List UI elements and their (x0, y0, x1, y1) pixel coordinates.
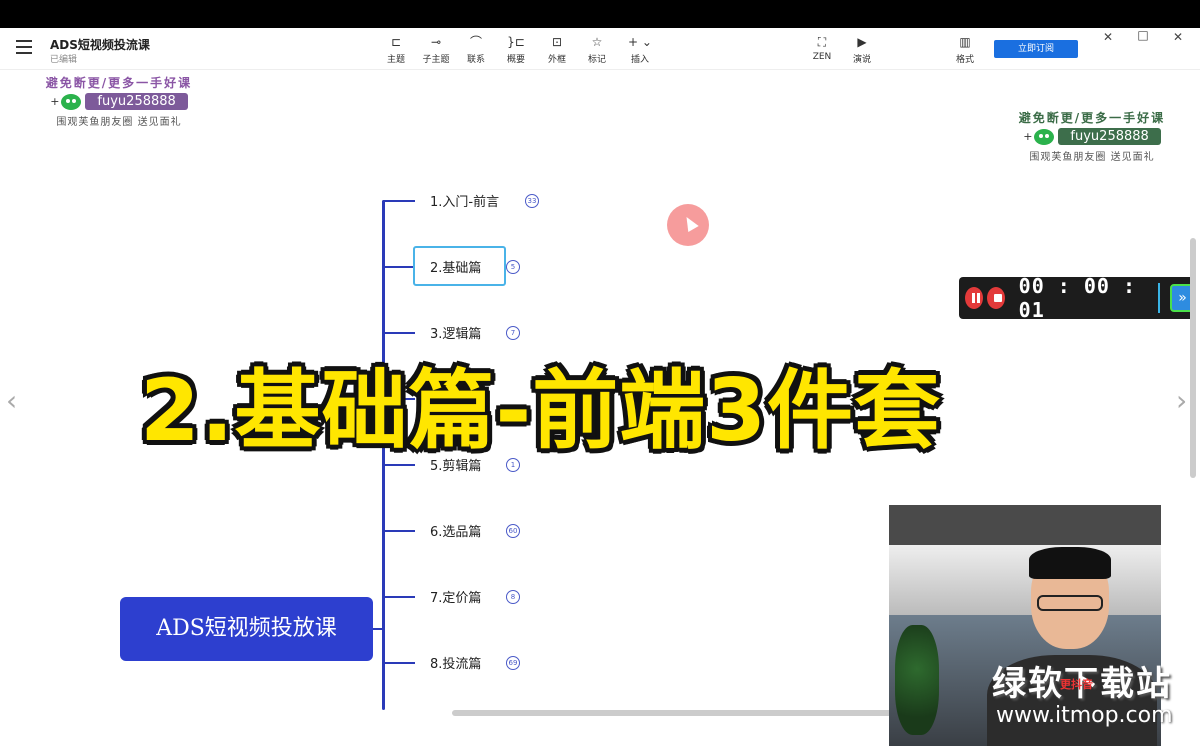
webcam-ceiling (889, 545, 1161, 615)
pitch-icon: ▶ (857, 35, 867, 49)
webcam-presenter-hair (1029, 547, 1111, 579)
node-count-badge[interactable]: 33 (525, 194, 539, 208)
mindmap-node[interactable]: 1.入门-前言 (430, 191, 499, 210)
toolbar: ADS短视频投流课 已编辑 ⊏ 主题 ⊸ 子主题 ⌒ 联系 }⊏ 概要 ⊡ 外框… (0, 28, 1200, 70)
vertical-scrollbar[interactable] (1190, 238, 1196, 478)
branch-connector (383, 200, 415, 202)
toolbar-format-label: 格式 (955, 55, 974, 65)
wechat-icon (1034, 128, 1055, 145)
format-icon: ▥ (959, 35, 971, 49)
branch-connector (383, 530, 415, 532)
maximize-icon[interactable]: □ (1133, 28, 1153, 42)
mindmap-node[interactable]: 7.定价篇 (430, 587, 481, 606)
toolbar-summary-label: 概要 (506, 55, 525, 65)
stop-icon[interactable] (986, 287, 1005, 309)
toolbar-insert-button[interactable]: + ⌄ 插入 (618, 34, 662, 65)
branch-connector (383, 596, 415, 598)
root-connector (373, 628, 385, 630)
toolbar-insert-label: 插入 (630, 55, 649, 65)
document-status: 已编辑 (50, 55, 78, 65)
toolbar-topic-button[interactable]: ⊏ 主题 (374, 34, 418, 65)
webcam-presenter-glasses (1037, 595, 1103, 611)
recording-timer: 00 : 00 : 01 (1018, 274, 1137, 322)
close-window-icon[interactable]: ✕ (1168, 30, 1188, 44)
node-count-badge[interactable]: 5 (506, 260, 520, 274)
promo-plus: + (1023, 130, 1033, 143)
node-count-badge[interactable]: 60 (506, 524, 520, 538)
toolbar-subtopic-label: 子主题 (422, 55, 450, 65)
branch-connector (383, 662, 415, 664)
promo-headline: 避免断更/更多一手好课 (1018, 111, 1166, 125)
mindmap-root-node[interactable]: ADS短视频投放课 (120, 597, 373, 661)
promo-subline: 围观芙鱼朋友圈 送见面礼 (56, 117, 182, 128)
promo-wechat-id: fuyu258888 (1058, 128, 1161, 145)
toolbar-topic-label: 主题 (386, 55, 405, 65)
toolbar-marker-button[interactable]: ☆ 标记 (575, 34, 619, 65)
toolbar-zen-label: ZEN (812, 52, 832, 62)
site-watermark-url: www.itmop.com (996, 703, 1173, 728)
toolbar-pitch-label: 演说 (852, 55, 871, 65)
node-count-badge[interactable]: 8 (506, 590, 520, 604)
promo-wechat-row: + fuyu258888 (1008, 128, 1176, 145)
relation-icon: ⌒ (469, 35, 482, 49)
subtopic-icon: ⊸ (430, 35, 442, 49)
hamburger-menu-icon[interactable] (16, 40, 32, 54)
close-icon[interactable]: ✕ (1098, 30, 1118, 44)
promo-watermark-left: 避免断更/更多一手好课 + fuyu258888 围观芙鱼朋友圈 送见面礼 (30, 74, 208, 128)
toolbar-boundary-label: 外框 (547, 55, 566, 65)
summary-icon: }⊏ (507, 35, 525, 49)
toolbar-subtopic-button[interactable]: ⊸ 子主题 (414, 34, 458, 65)
next-arrow-icon[interactable]: › (1176, 384, 1187, 417)
branch-connector (383, 266, 415, 268)
boundary-icon: ⊡ (551, 35, 563, 49)
toolbar-zen-button[interactable]: ⛶ ZEN (800, 34, 844, 62)
marker-icon: ☆ (591, 35, 603, 49)
toolbar-summary-button[interactable]: }⊏ 概要 (494, 34, 538, 65)
mindmap-node[interactable]: 8.投流篇 (430, 653, 481, 672)
toolbar-format-button[interactable]: ▥ 格式 (943, 34, 987, 65)
node-count-badge[interactable]: 7 (506, 326, 520, 340)
webcam-plant (895, 625, 939, 735)
promo-subline: 围观芙鱼朋友圈 送见面礼 (1029, 152, 1155, 163)
zen-icon: ⛶ (817, 35, 827, 49)
pause-icon[interactable] (965, 287, 983, 309)
node-count-badge[interactable]: 69 (506, 656, 520, 670)
promo-wechat-row: + fuyu258888 (30, 93, 208, 110)
toolbar-marker-label: 标记 (587, 55, 606, 65)
toolbar-pitch-button[interactable]: ▶ 演说 (840, 34, 884, 65)
wechat-icon (61, 93, 82, 110)
prev-arrow-icon[interactable]: ‹ (6, 384, 17, 417)
promo-watermark-right: 避免断更/更多一手好课 + fuyu258888 围观芙鱼朋友圈 送见面礼 (1008, 109, 1176, 163)
mindmap-app-window: ADS短视频投流课 已编辑 ⊏ 主题 ⊸ 子主题 ⌒ 联系 }⊏ 概要 ⊡ 外框… (0, 28, 1200, 746)
mindmap-node[interactable]: 6.选品篇 (430, 521, 481, 540)
promo-wechat-id: fuyu258888 (85, 93, 188, 110)
mindmap-node-selected[interactable]: 2.基础篇 (430, 257, 481, 276)
toolbar-relation-label: 联系 (466, 55, 485, 65)
document-title: ADS短视频投流课 (50, 38, 150, 52)
promo-headline: 避免断更/更多一手好课 (45, 76, 193, 90)
toolbar-boundary-button[interactable]: ⊡ 外框 (535, 34, 579, 65)
horizontal-scrollbar[interactable] (452, 710, 892, 716)
site-watermark-tag: 更抖音 (1060, 678, 1093, 691)
insert-icon: + ⌄ (628, 35, 652, 49)
promo-plus: + (50, 95, 60, 108)
toolbar-relation-button[interactable]: ⌒ 联系 (454, 34, 498, 65)
recorder-divider (1157, 283, 1160, 313)
subscribe-button[interactable]: 立即订阅 (994, 40, 1078, 58)
branch-connector (383, 332, 415, 334)
topic-icon: ⊏ (390, 35, 402, 49)
screen-recorder-widget: 00 : 00 : 01 » (959, 274, 1196, 322)
video-overlay-title: 2.基础篇-前端3件套 (140, 361, 942, 461)
